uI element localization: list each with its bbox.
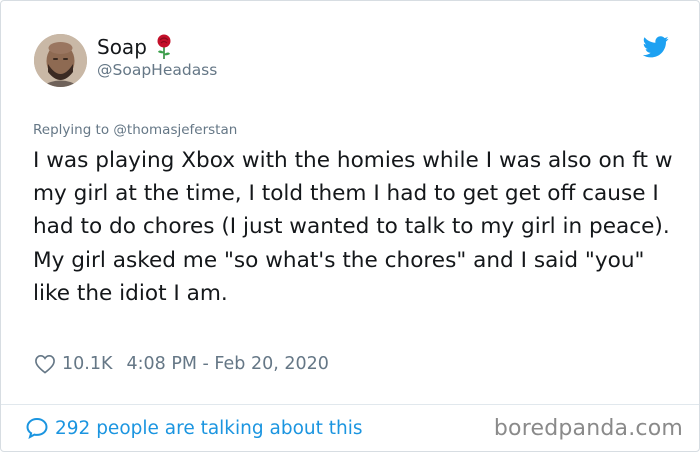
tweet-meta: 10.1K 4:08 PM - Feb 20, 2020 — [34, 353, 329, 375]
watermark: boredpanda.com — [493, 416, 683, 441]
avatar[interactable] — [34, 34, 87, 87]
talking-label: 292 people are talking about this — [55, 417, 363, 439]
display-name[interactable]: Soap — [97, 34, 173, 60]
tweet-text: I was playing Xbox with the homies while… — [33, 148, 673, 306]
replying-to: Replying to @thomasjeferstan — [33, 121, 237, 139]
replying-prefix: Replying to — [33, 122, 110, 138]
display-name-text: Soap — [97, 35, 147, 59]
twitter-bird-icon[interactable] — [643, 36, 669, 58]
rose-icon — [157, 34, 171, 59]
heart-icon[interactable] — [34, 354, 56, 374]
speech-bubble-icon — [26, 417, 48, 440]
tweet-card: Soap @SoapHeadass Replying to @thomasjef… — [0, 0, 700, 452]
avatar-image — [34, 34, 87, 87]
handle[interactable]: @SoapHeadass — [97, 60, 217, 80]
talking-about-link[interactable]: 292 people are talking about this — [25, 416, 363, 440]
timestamp[interactable]: 4:08 PM - Feb 20, 2020 — [126, 354, 328, 374]
reply-target-link[interactable]: @thomasjeferstan — [113, 122, 237, 138]
divider — [1, 404, 699, 405]
like-count[interactable]: 10.1K — [62, 354, 112, 374]
